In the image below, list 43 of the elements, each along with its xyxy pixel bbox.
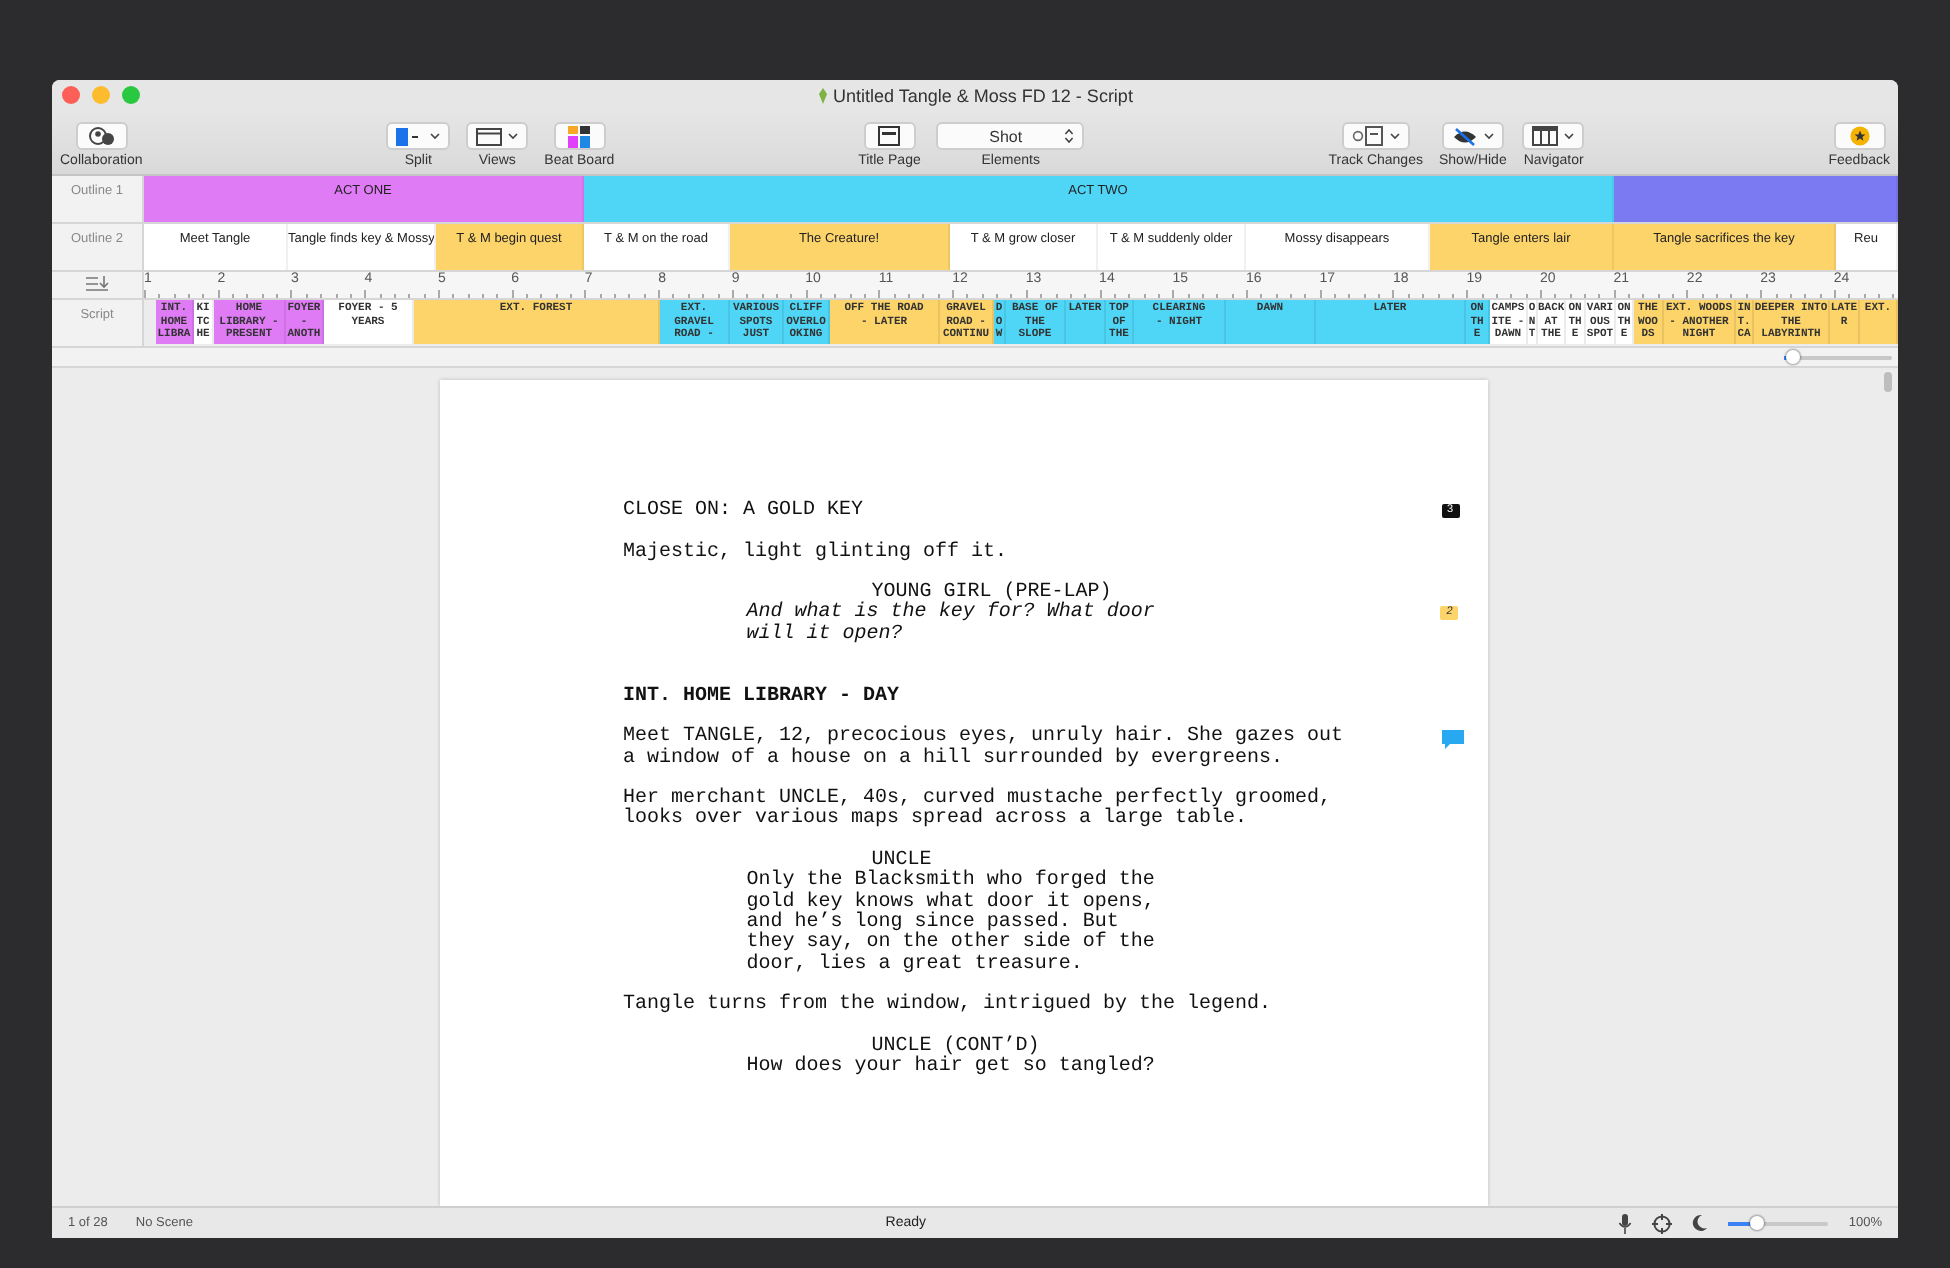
zoom-slider[interactable] — [1728, 1216, 1829, 1230]
navigator-toolbar-button[interactable] — [1522, 122, 1585, 150]
collab-toolbar-button[interactable] — [75, 122, 128, 150]
views-toolbar-button[interactable] — [466, 122, 529, 150]
page-icon — [878, 126, 901, 146]
document-icon — [817, 87, 828, 103]
microphone-icon[interactable] — [1618, 1213, 1633, 1233]
dialogue-text: And what is the key for? What door will it open? — [746, 602, 1155, 646]
star-icon — [1849, 126, 1870, 146]
up-down-arrows-icon — [1064, 128, 1075, 144]
indent-arrow-icon[interactable] — [85, 276, 109, 292]
crosshair-icon[interactable] — [1652, 1213, 1673, 1233]
action-text: Meet TANGLE, 12, precocious eyes, unruly hair. She gazes out a window of a house on a hill surrounded by evergreens. — [623, 726, 1344, 770]
window-title: Untitled Tangle & Moss FD 12 - Script — [833, 85, 1133, 105]
colored-cards-icon — [568, 125, 591, 147]
window-layout-icon — [476, 127, 503, 145]
comment-bubble-icon[interactable] — [1441, 730, 1463, 751]
titlepage-toolbar-button[interactable] — [863, 122, 916, 150]
track-toolbar-button[interactable] — [1341, 122, 1410, 150]
chevron-down-icon — [1389, 132, 1400, 140]
action-text: Tangle turns from the window, intrigued by the legend. — [623, 994, 1272, 1017]
action-text: CLOSE ON: A GOLD KEY — [623, 500, 864, 522]
beatboard-toolbar-button[interactable] — [553, 122, 606, 150]
feedback-toolbar-button[interactable] — [1833, 122, 1886, 150]
chevron-down-icon — [1483, 132, 1494, 140]
collaboration-icon — [87, 126, 116, 146]
eye-slash-icon — [1451, 127, 1478, 145]
zoom-slider[interactable] — [1784, 350, 1892, 364]
character-name: UNCLE (CONT’D) — [871, 1035, 1040, 1058]
scene-heading: INT. HOME LIBRARY - DAY — [623, 685, 900, 708]
chevron-down-icon — [508, 132, 519, 140]
chevron-down-icon — [1564, 132, 1575, 140]
moon-icon[interactable] — [1692, 1214, 1709, 1232]
dialogue-text: Only the Blacksmith who forged the gold key knows what door it opens, and he’s long since passed. But they say, on the other side of the door, lies a great treasure. — [746, 870, 1155, 976]
dialogue-text: How does your hair get so tangled? — [746, 1056, 1155, 1079]
showhide-toolbar-button[interactable] — [1441, 122, 1504, 150]
columns-icon — [1532, 126, 1559, 146]
chevron-down-icon — [430, 132, 441, 140]
action-text: Her merchant UNCLE, 40s, curved mustache perfectly groomed, looks over various maps spread across a large table. — [623, 788, 1332, 831]
action-text: Majestic, light glinting off it. — [623, 541, 1008, 564]
element-type-dropdown[interactable]: Shot — [936, 122, 1085, 150]
scrollbar-thumb[interactable] — [1884, 372, 1892, 392]
split-toolbar-button[interactable] — [386, 122, 451, 150]
